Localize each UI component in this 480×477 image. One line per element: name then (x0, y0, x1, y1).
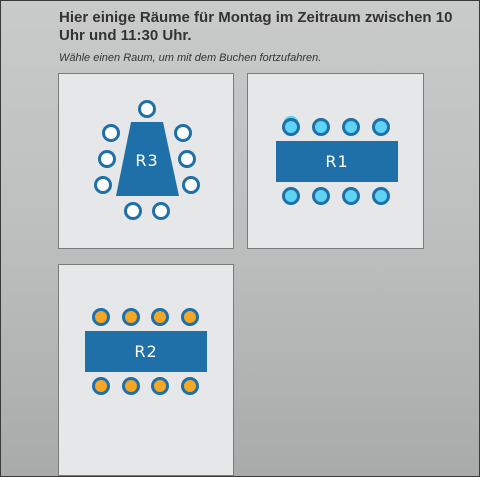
seat (151, 308, 169, 326)
room-label-r3: R3 (135, 151, 159, 170)
seat (151, 377, 169, 395)
seat (98, 150, 116, 168)
page-subtitle: Wähle einen Raum, um mit dem Buchen fort… (59, 52, 322, 64)
seat (372, 118, 390, 136)
room-label-r2: R2 (134, 342, 158, 361)
seat (122, 377, 140, 395)
seat (181, 308, 199, 326)
seat (92, 377, 110, 395)
seat (178, 150, 196, 168)
seat (102, 124, 120, 142)
seat (181, 377, 199, 395)
seat (94, 176, 112, 194)
seat (282, 118, 300, 136)
page-title: Hier einige Räume für Montag im Zeitraum… (59, 9, 453, 44)
seat (342, 187, 360, 205)
seat (282, 187, 300, 205)
room-r2-diagram (85, 308, 207, 395)
seat (182, 176, 200, 194)
seat (312, 187, 330, 205)
seat (174, 124, 192, 142)
seat (342, 118, 360, 136)
room-card-r1[interactable]: R1 (247, 73, 424, 249)
seat (138, 100, 156, 118)
seat (372, 187, 390, 205)
room-card-r2[interactable]: R2 (58, 264, 234, 476)
seat (152, 202, 170, 220)
booking-panel: Hier einige Räume für Montag im Zeitraum… (0, 0, 480, 477)
room-card-r3[interactable]: R3 (58, 73, 234, 249)
seat (92, 308, 110, 326)
room-label-r1: R1 (325, 152, 349, 171)
seat (122, 308, 140, 326)
seat (124, 202, 142, 220)
seat (312, 118, 330, 136)
